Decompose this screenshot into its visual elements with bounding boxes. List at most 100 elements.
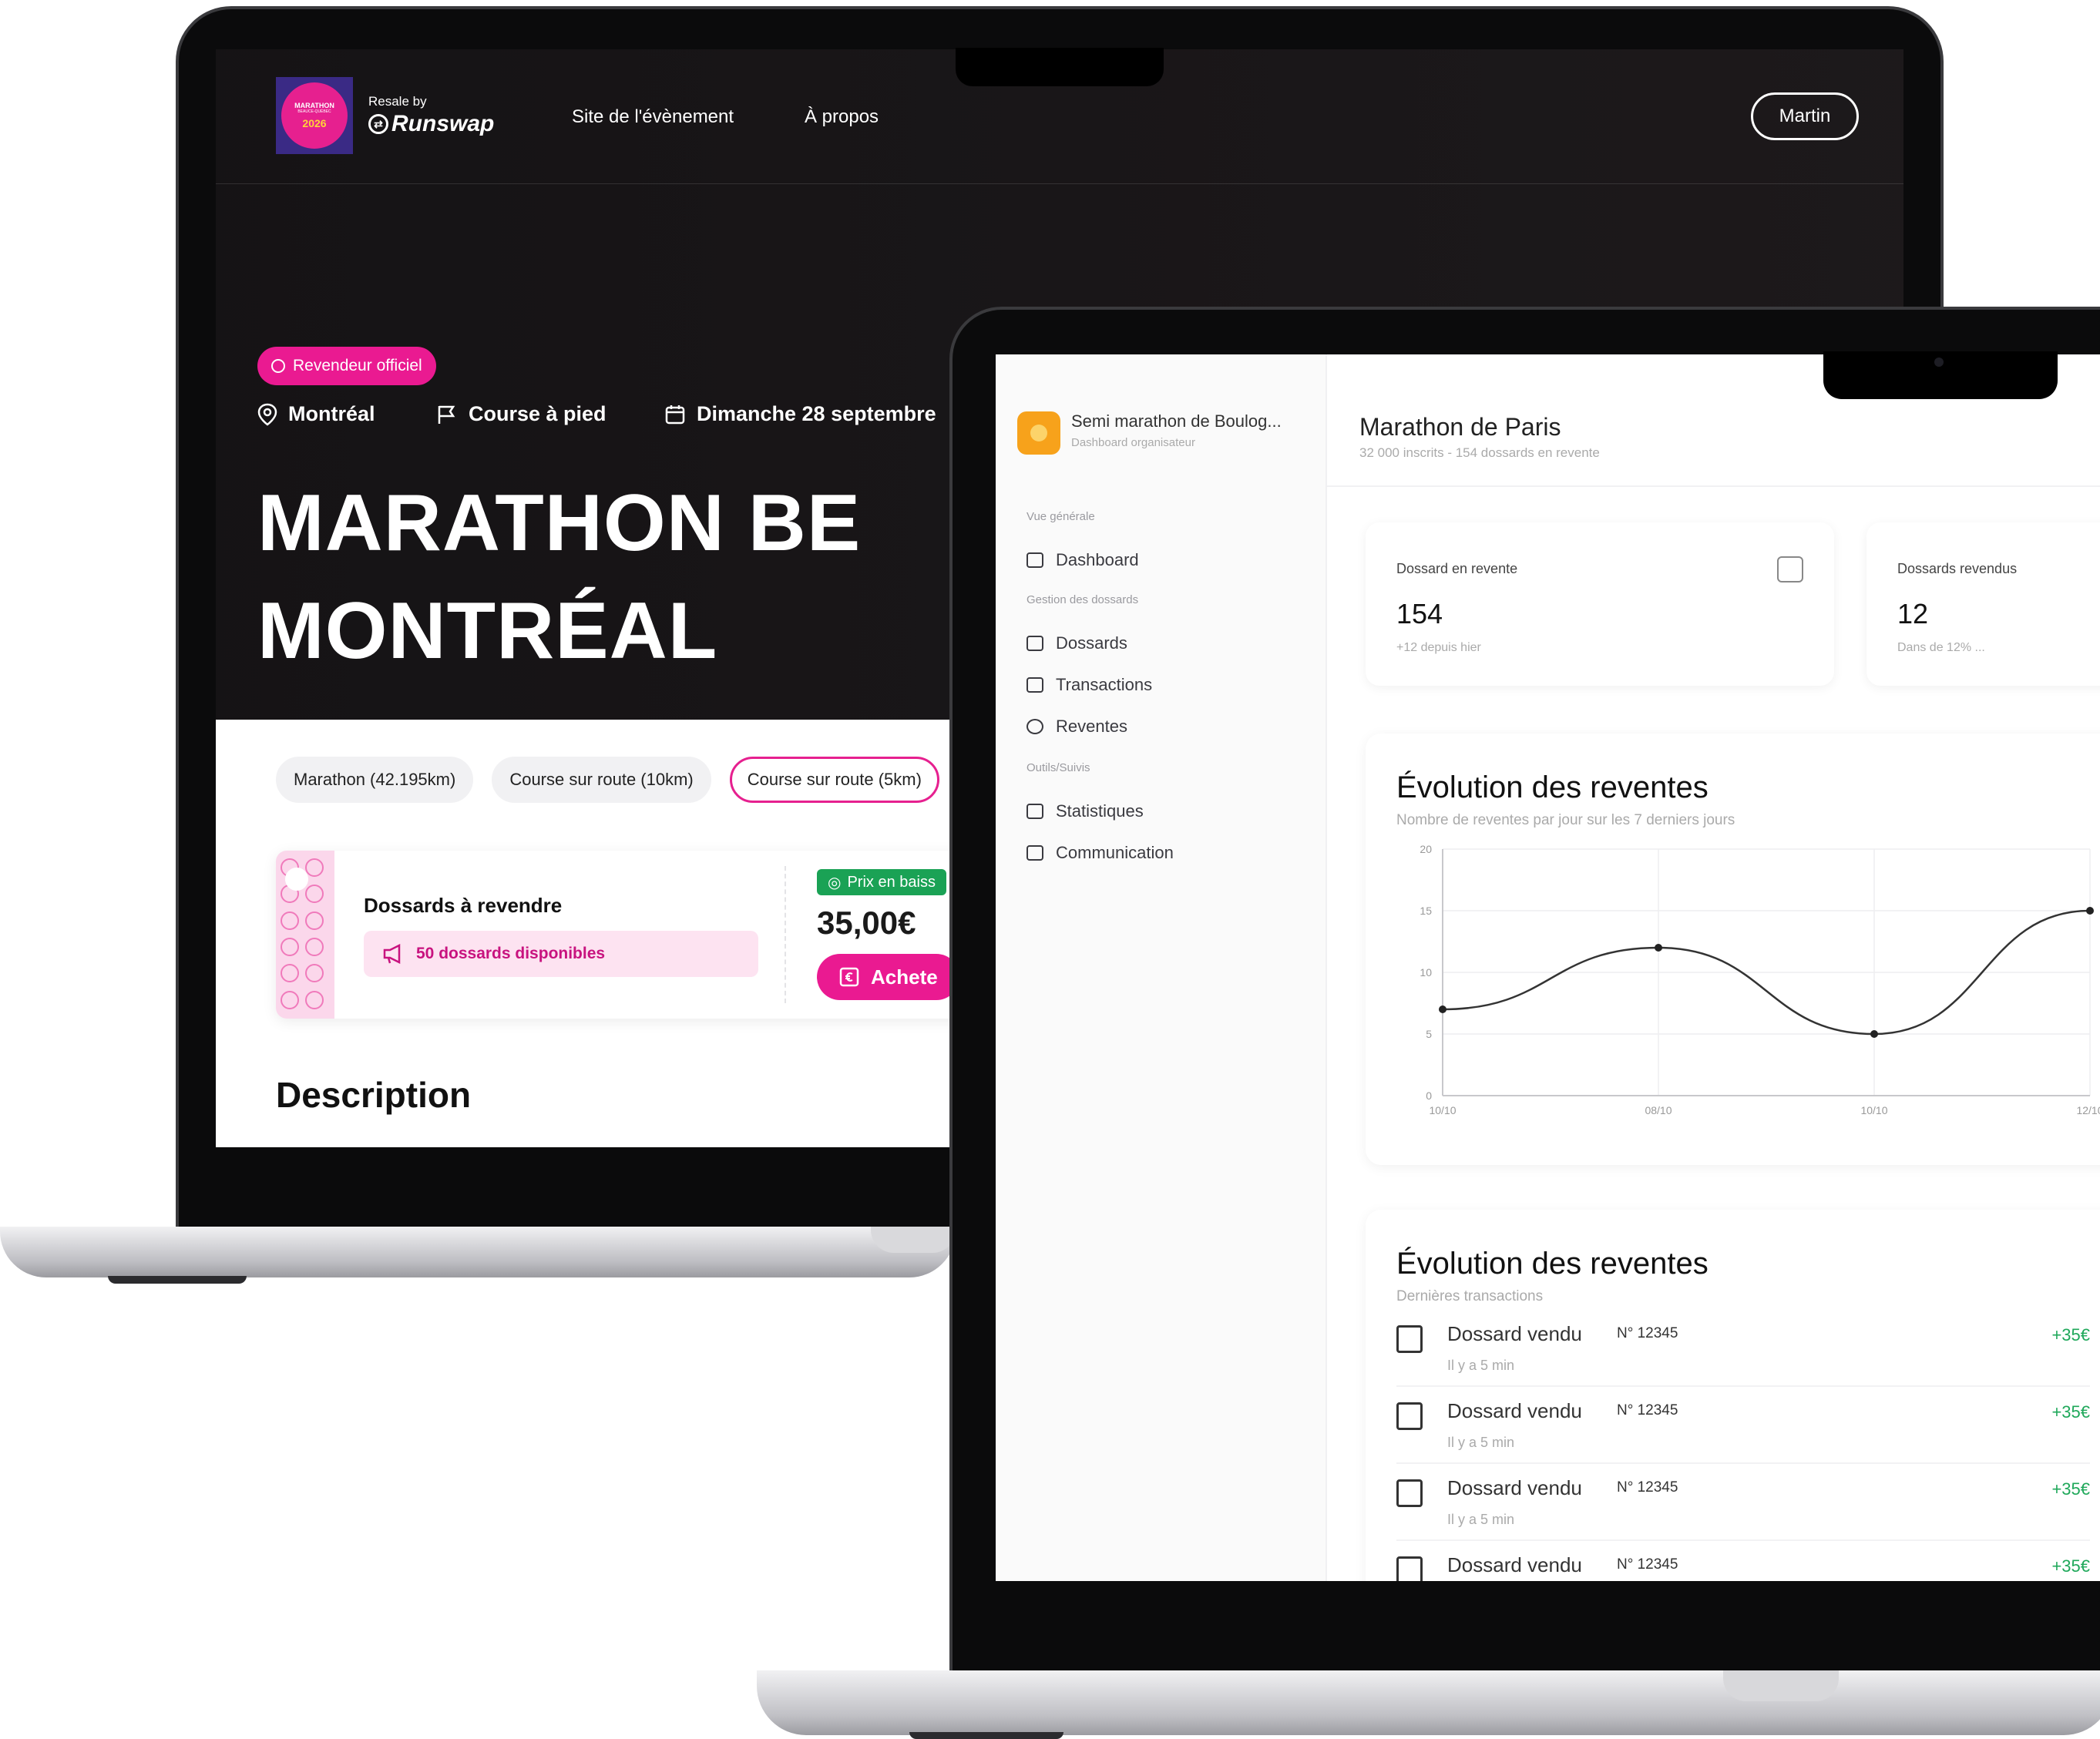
nav-event-site[interactable]: Site de l'évènement <box>572 106 734 128</box>
chart-title: Évolution des reventes <box>1396 770 1709 804</box>
distance-tabs: Marathon (42.195km) Course sur route (10… <box>276 757 939 803</box>
resale-by-label: Resale by <box>368 94 427 109</box>
dashboard-subtitle: 32 000 inscrits - 154 dossards en revent… <box>1359 445 1600 460</box>
y-tick-label: 5 <box>1426 1028 1432 1040</box>
transaction-row[interactable]: Dossard vendu N° 12345 +35€ <box>1396 1549 2090 1581</box>
front-laptop-foot <box>909 1732 1063 1739</box>
logo-line1: MARATHON <box>294 102 334 109</box>
tab-marathon[interactable]: Marathon (42.195km) <box>276 757 474 803</box>
stat-label: Dossard en revente <box>1396 561 1518 576</box>
badge-label: Revendeur officiel <box>293 357 422 374</box>
y-tick-label: 10 <box>1420 966 1432 979</box>
meta-date-label: Dimanche 28 septembre <box>697 402 936 425</box>
card-divider <box>785 866 786 1003</box>
data-point <box>2086 907 2094 915</box>
dashboard-screen: Semi marathon de Boulog... Dashboard org… <box>996 354 2100 1581</box>
transaction-title: Dossard vendu <box>1447 1399 1582 1422</box>
sidebar-item-label: Communication <box>1056 843 1174 862</box>
data-point <box>1439 1005 1446 1013</box>
chart-subtitle: Nombre de reventes par jour sur les 7 de… <box>1396 812 1735 828</box>
org-name: Semi marathon de Boulog... <box>1071 411 1282 431</box>
transaction-amount: +35€ <box>2051 1325 2090 1345</box>
available-bibs-label: 50 dossards disponibles <box>416 945 606 962</box>
bib-icon <box>1026 636 1043 651</box>
stat-label: Dossards revendus <box>1897 561 2018 576</box>
transaction-amount: +35€ <box>2051 1556 2090 1576</box>
x-tick-label: 10/10 <box>1429 1104 1456 1116</box>
sidebar-item-communication[interactable]: Communication <box>1026 843 1174 863</box>
nav-about[interactable]: À propos <box>805 106 879 128</box>
transaction-title: Dossard vendu <box>1447 1322 1582 1345</box>
back-laptop-notch <box>956 48 1164 86</box>
sidebar-item-dashboard[interactable]: Dashboard <box>1026 550 1139 570</box>
front-laptop-base <box>757 1670 2100 1735</box>
flag-icon <box>438 405 455 424</box>
data-point <box>1870 1030 1878 1038</box>
swap-icon: ⇄ <box>368 114 388 134</box>
front-laptop-camera <box>1934 358 1944 367</box>
sidebar-item-transactions[interactable]: Transactions <box>1026 675 1152 695</box>
front-laptop-base-notch <box>1723 1670 1839 1701</box>
ticket-hole <box>285 868 308 891</box>
transaction-row[interactable]: Dossard vendu N° 12345 Il y a 5 min +35€ <box>1396 1395 2090 1464</box>
transaction-number: N° 12345 <box>1617 1402 1678 1418</box>
transaction-amount: +35€ <box>2051 1402 2090 1422</box>
tab-5km[interactable]: Course sur route (5km) <box>729 757 939 803</box>
transactions-subtitle: Dernières transactions <box>1396 1288 1544 1304</box>
x-tick-label: 08/10 <box>1645 1104 1672 1116</box>
tab-10km[interactable]: Course sur route (10km) <box>492 757 711 803</box>
org-avatar <box>1017 411 1060 455</box>
receipt-icon <box>1396 1325 1423 1353</box>
y-tick-label: 15 <box>1420 905 1432 917</box>
sidebar-section-tools: Outils/Suivis <box>1026 761 1090 774</box>
header-divider <box>1327 485 2100 487</box>
transaction-row[interactable]: Dossard vendu N° 12345 Il y a 5 min +35€ <box>1396 1472 2090 1541</box>
nav-divider <box>216 183 1903 184</box>
back-laptop-base-notch <box>871 1227 956 1253</box>
swap-circle-icon <box>271 359 285 373</box>
sidebar-item-label: Transactions <box>1056 675 1153 694</box>
sidebar-item-label: Dossards <box>1056 633 1127 653</box>
org-switcher[interactable]: Semi marathon de Boulog... Dashboard org… <box>1017 411 1282 455</box>
transaction-number: N° 12345 <box>1617 1556 1678 1573</box>
meta-date: Dimanche 28 septembre <box>664 402 936 426</box>
back-laptop-base <box>0 1227 956 1277</box>
receipt-icon <box>1396 1556 1423 1581</box>
runswap-logo[interactable]: ⇄ Runswap <box>368 111 494 137</box>
stat-subtext: +12 depuis hier <box>1396 641 1481 654</box>
sidebar-item-label: Reventes <box>1056 717 1127 736</box>
sidebar-item-resale[interactable]: Reventes <box>1026 717 1127 737</box>
meta-sport-label: Course à pied <box>469 402 606 425</box>
sidebar-section-overview: Vue générale <box>1026 510 1095 523</box>
event-logo[interactable]: MARATHON BEAUCE-QUÉBEC 2026 <box>276 77 353 154</box>
data-point <box>1655 944 1662 952</box>
sidebar-item-stats[interactable]: Statistiques <box>1026 801 1144 821</box>
resale-card-title: Dossards à revendre <box>364 894 563 917</box>
calendar-icon <box>1777 556 1803 582</box>
org-subtitle: Dashboard organisateur <box>1071 436 1195 449</box>
resale-line-chart: 0 5 10 15 20 10/10 08/10 10/10 12/10 <box>1420 843 2100 1116</box>
stat-subtext: Dans de 12% ... <box>1897 641 1985 654</box>
transaction-number: N° 12345 <box>1617 1325 1678 1341</box>
transaction-time: Il y a 5 min <box>1447 1512 1515 1527</box>
event-title: MARATHON BE MONTRÉAL <box>257 478 862 676</box>
y-tick-label: 0 <box>1426 1089 1432 1102</box>
transactions-panel: Évolution des reventes Dernières transac… <box>1366 1210 2100 1581</box>
description-heading: Description <box>276 1075 472 1115</box>
transaction-time: Il y a 5 min <box>1447 1358 1515 1373</box>
sidebar-section-bibs: Gestion des dossards <box>1026 593 1139 606</box>
transaction-row[interactable]: Dossard vendu N° 12345 Il y a 5 min +35€ <box>1396 1318 2090 1387</box>
user-menu-button[interactable]: Martin <box>1751 92 1859 140</box>
home-icon <box>1026 552 1043 568</box>
price-drop-badge: ◎ Prix en baiss <box>817 869 946 895</box>
transaction-number: N° 12345 <box>1617 1479 1678 1496</box>
chart-icon <box>1026 804 1043 819</box>
back-laptop-foot <box>108 1276 247 1284</box>
stat-card-on-sale: Dossard en revente 154 +12 depuis hier <box>1366 522 1834 686</box>
ticket-stub <box>276 851 334 1019</box>
buy-button[interactable]: Achete <box>817 954 959 1000</box>
transaction-title: Dossard vendu <box>1447 1476 1582 1499</box>
brand-name: Runswap <box>391 111 495 136</box>
buy-button-label: Achete <box>871 965 938 989</box>
sidebar-item-bibs[interactable]: Dossards <box>1026 633 1127 653</box>
